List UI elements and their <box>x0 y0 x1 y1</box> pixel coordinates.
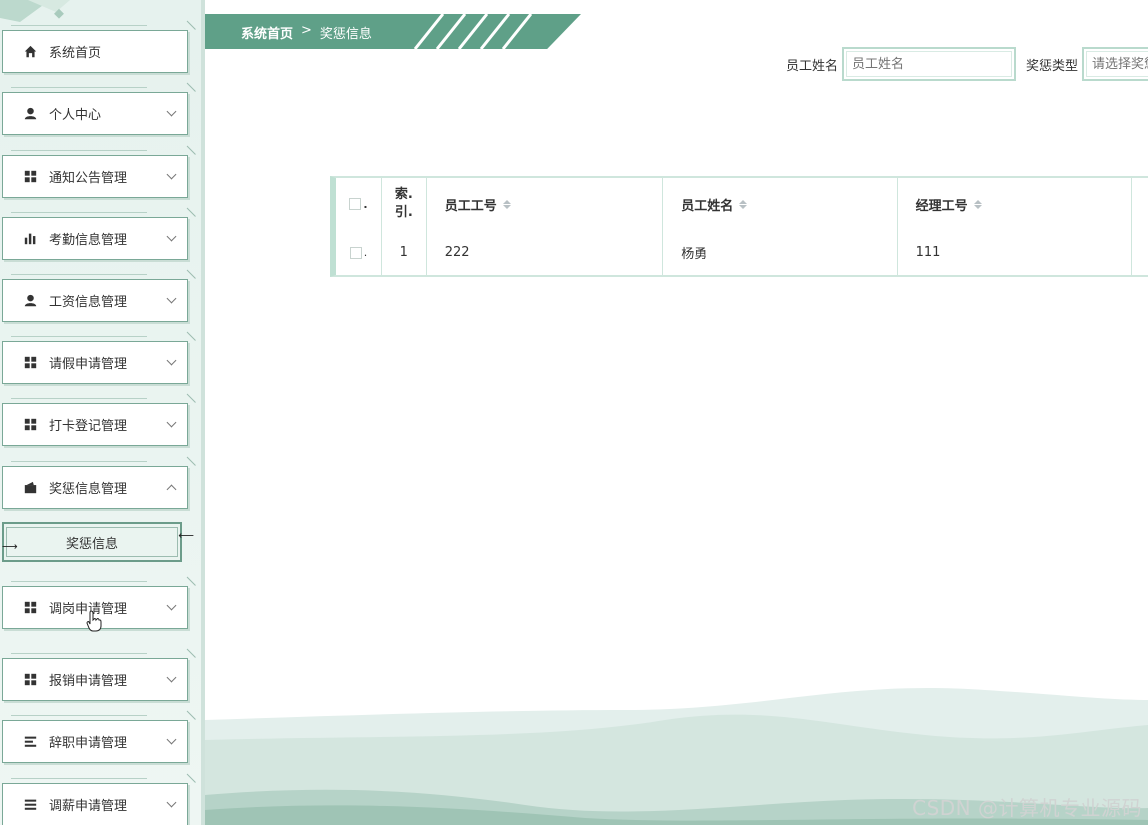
chevron-down-icon <box>166 293 177 303</box>
sidebar-item-label: 工资信息管理 <box>49 295 128 310</box>
bar-chart-icon <box>23 232 37 246</box>
arrow-right-icon: ⟶ <box>2 540 18 553</box>
sidebar-item-label: 个人中心 <box>49 108 102 123</box>
emp-no-header[interactable]: 员工工号 <box>427 178 664 230</box>
user-icon <box>23 107 37 121</box>
sidebar-item-label: 系统首页 <box>49 46 102 61</box>
sidebar-item-rewards[interactable]: 奖惩信息管理 <box>2 461 188 509</box>
emp-no-header-label: 员工工号 <box>444 198 497 214</box>
chevron-down-icon <box>166 734 177 744</box>
grid-icon <box>23 356 37 370</box>
row-manager-no: 111 <box>898 230 1133 275</box>
table-header: . 索. 引. 员工工号 员工姓名 经理工号 <box>336 178 1148 230</box>
rewards-table: . 索. 引. 员工工号 员工姓名 经理工号 . 1 222 杨勇 111 <box>330 176 1148 277</box>
sidebar-subitem-rewards-info[interactable]: ⟶ 奖惩信息 ⟵ <box>2 522 194 562</box>
row-select-cell: . <box>336 230 382 275</box>
sidebar-item-leave[interactable]: 请假申请管理 <box>2 336 188 384</box>
sidebar-item-label: 报销申请管理 <box>49 674 128 689</box>
breadcrumb-current: 奖惩信息 <box>319 27 372 42</box>
breadcrumb-home[interactable]: 系统首页 <box>241 23 293 42</box>
sort-icon[interactable] <box>739 199 748 209</box>
reward-type-select[interactable] <box>1082 47 1148 81</box>
sidebar: 系统首页 个人中心 通知公告管理 考勤信息管理 工资信息管理 请假申请管理 打卡… <box>0 0 205 825</box>
hand-cursor-icon <box>86 610 102 632</box>
chevron-down-icon <box>166 231 177 241</box>
sidebar-item-label: 通知公告管理 <box>49 171 128 186</box>
sidebar-item-resign[interactable]: 辞职申请管理 <box>2 715 188 763</box>
watermark: CSDN @计算机专业源码 <box>912 796 1142 820</box>
manager-no-header-label: 经理工号 <box>915 198 968 214</box>
select-all-checkbox[interactable] <box>349 198 362 210</box>
breadcrumb-stripes <box>413 14 533 49</box>
sidebar-item-home[interactable]: 系统首页 <box>2 25 188 73</box>
employee-name-input[interactable] <box>842 47 1017 81</box>
sidebar-item-notice[interactable]: 通知公告管理 <box>2 150 188 198</box>
chevron-down-icon <box>166 169 177 179</box>
row-emp-name: 杨勇 <box>663 230 898 275</box>
chevron-up-icon <box>166 484 177 494</box>
sidebar-item-label: 打卡登记管理 <box>49 419 128 434</box>
row-emp-no: 222 <box>427 230 664 275</box>
table-row[interactable]: . 1 222 杨勇 111 <box>336 230 1148 275</box>
row-checkbox[interactable] <box>349 246 362 259</box>
arrow-left-icon: ⟵ <box>178 529 194 542</box>
sidebar-item-salary-adjust[interactable]: 调薪申请管理 <box>2 778 188 825</box>
chevron-down-icon <box>166 672 177 682</box>
search-bar: 员工姓名 奖惩类型 <box>786 47 1148 81</box>
grid-icon <box>23 170 37 184</box>
emp-name-header-label: 员工姓名 <box>681 198 734 214</box>
reward-type-label: 奖惩类型 <box>1026 58 1079 74</box>
sort-icon[interactable] <box>502 199 511 209</box>
sidebar-item-salary[interactable]: 工资信息管理 <box>2 274 188 322</box>
emp-name-header[interactable]: 员工姓名 <box>663 178 898 230</box>
home-icon <box>23 45 37 59</box>
sidebar-item-label: 请假申请管理 <box>49 357 128 372</box>
wallet-icon <box>23 481 37 495</box>
list-icon <box>23 798 37 812</box>
row-more-cell <box>1132 230 1148 275</box>
chevron-down-icon <box>166 797 177 807</box>
sidebar-subitem-label: 奖惩信息 <box>65 536 118 552</box>
grid-icon <box>23 673 37 687</box>
index-header-line1: 索. <box>394 187 413 202</box>
chevron-down-icon <box>166 417 177 427</box>
sidebar-item-reimburse[interactable]: 报销申请管理 <box>2 653 188 701</box>
sidebar-item-personal-center[interactable]: 个人中心 <box>2 87 188 135</box>
more-columns-cell <box>1132 178 1148 230</box>
sort-icon[interactable] <box>973 199 982 209</box>
chevron-down-icon <box>166 355 177 365</box>
breadcrumb-separator: > <box>301 23 312 38</box>
grid-icon <box>23 601 37 615</box>
sidebar-item-label: 考勤信息管理 <box>49 233 128 248</box>
sidebar-item-label: 调薪申请管理 <box>49 799 128 814</box>
row-index: 1 <box>382 230 427 275</box>
manager-no-header[interactable]: 经理工号 <box>898 178 1133 230</box>
sidebar-item-clock-in[interactable]: 打卡登记管理 <box>2 398 188 446</box>
list-icon <box>23 735 37 749</box>
breadcrumb: 系统首页 > 奖惩信息 <box>205 14 581 49</box>
sidebar-item-label: 奖惩信息管理 <box>49 482 128 497</box>
chevron-down-icon <box>166 600 177 610</box>
employee-name-label: 员工姓名 <box>786 58 839 74</box>
grid-icon <box>23 418 37 432</box>
index-header: 索. 引. <box>382 178 427 230</box>
user-icon <box>23 294 37 308</box>
sidebar-decoration <box>0 0 70 22</box>
sidebar-item-label: 辞职申请管理 <box>49 736 128 751</box>
index-header-line2: 引. <box>394 205 413 220</box>
chevron-down-icon <box>166 106 177 116</box>
sidebar-item-attendance[interactable]: 考勤信息管理 <box>2 212 188 260</box>
select-all-cell: . <box>336 178 382 230</box>
